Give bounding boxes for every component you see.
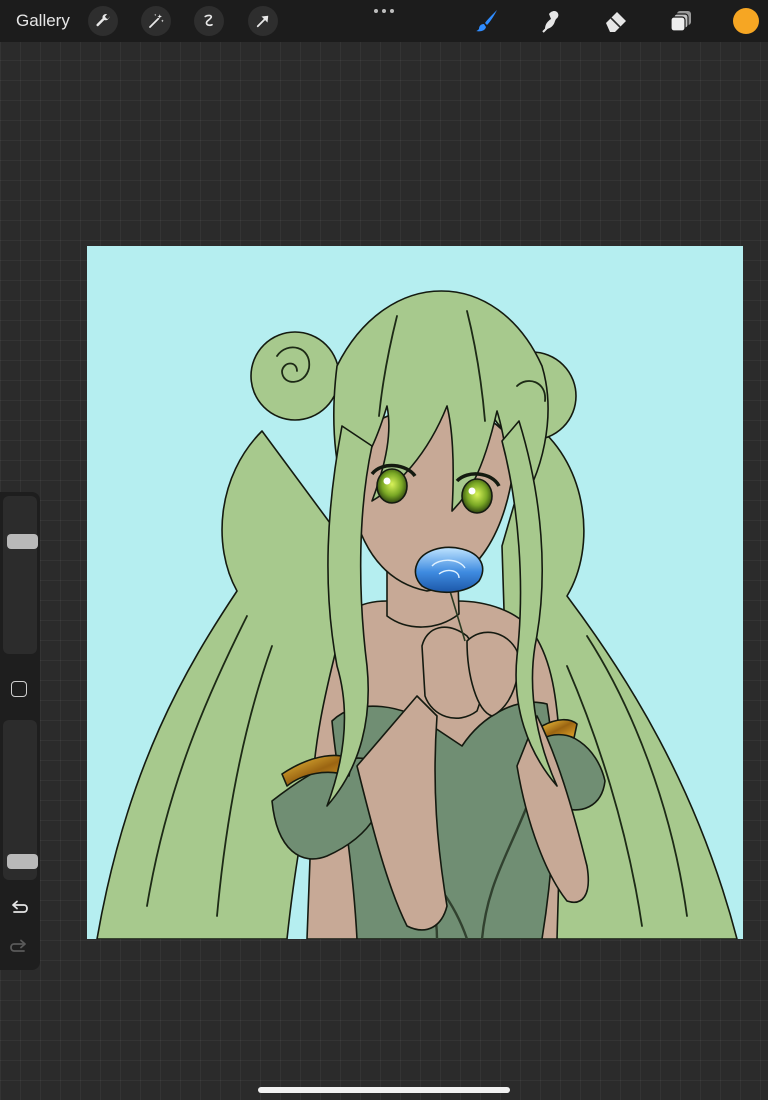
brush-button[interactable] [472,6,502,36]
brush-icon [476,10,497,32]
eraser-icon [606,12,626,32]
adjustments-button[interactable] [141,6,171,36]
top-toolbar: Gallery [0,0,768,42]
color-picker-button[interactable] [733,8,759,34]
selection-button[interactable] [194,6,224,36]
home-indicator[interactable] [258,1087,510,1093]
artwork-illustration [96,290,738,939]
gallery-button[interactable]: Gallery [16,10,70,32]
undo-icon[interactable] [9,898,29,918]
sidebar [0,492,40,970]
transform-icon [256,15,269,28]
brush-opacity-slider[interactable] [3,720,38,880]
eraser-button[interactable] [601,6,631,36]
ellipsis-icon[interactable] [373,4,395,18]
square-modifier-icon[interactable] [11,681,27,697]
smudge-button[interactable] [537,6,567,36]
layers-icon [670,11,691,32]
brush-size-slider[interactable] [3,496,38,654]
brush-size-thumb[interactable] [7,533,38,549]
smudge-icon [542,10,559,33]
drawing-canvas[interactable] [87,246,743,939]
actions-button[interactable] [88,6,118,36]
redo-icon[interactable] [9,937,29,957]
wrench-icon [96,14,110,27]
selection-icon [204,14,213,27]
magic-wand-icon [149,13,164,28]
layers-button[interactable] [666,6,696,36]
transform-button[interactable] [248,6,278,36]
brush-opacity-thumb[interactable] [7,854,38,870]
